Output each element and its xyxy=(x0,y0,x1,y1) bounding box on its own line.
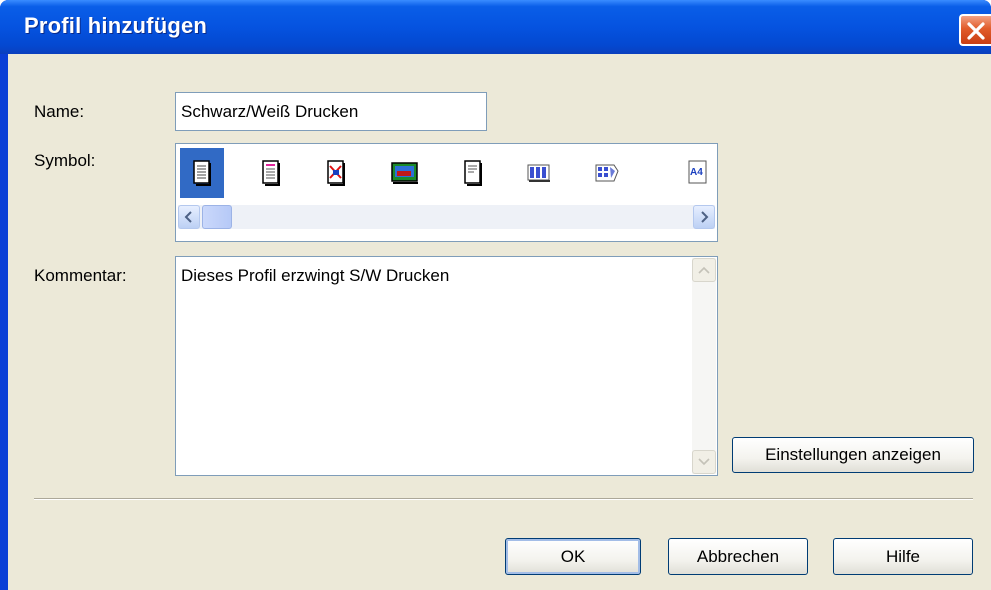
scroll-down-button[interactable] xyxy=(692,450,716,474)
help-label: Hilfe xyxy=(885,546,920,566)
scroll-left-button[interactable] xyxy=(178,205,200,229)
title-bar[interactable]: Profil hinzufügen xyxy=(0,0,991,54)
document-lines-icon xyxy=(193,160,211,186)
scroll-thumb[interactable] xyxy=(202,205,232,229)
name-input-value: Schwarz/Weiß Drucken xyxy=(181,102,359,121)
dialog-window: Profil hinzufügen Name: Schwarz/Weiß Dru… xyxy=(0,0,991,590)
a4-paper-icon: A4 xyxy=(688,160,707,184)
symbol-picker[interactable]: A4 xyxy=(175,143,718,242)
cancel-button[interactable]: Abbrechen xyxy=(668,538,808,575)
svg-text:A4: A4 xyxy=(690,167,703,178)
separator xyxy=(34,498,973,500)
multipage-grid-icon xyxy=(527,164,550,182)
symbol-icon-list: A4 xyxy=(176,144,717,202)
show-settings-button[interactable]: Einstellungen anzeigen xyxy=(732,437,974,473)
scroll-right-button[interactable] xyxy=(693,205,715,229)
picture-icon xyxy=(391,162,418,184)
symbol-label: Symbol: xyxy=(34,151,96,170)
symbol-horizontal-scrollbar[interactable] xyxy=(178,205,715,229)
close-icon xyxy=(967,22,985,40)
comment-label: Kommentar: xyxy=(34,266,127,285)
document-pink-lines-icon xyxy=(262,160,280,186)
symbol-option-1[interactable] xyxy=(180,148,224,198)
name-label: Name: xyxy=(34,102,85,121)
ok-label: OK xyxy=(560,546,586,566)
symbol-option-6[interactable] xyxy=(517,148,561,198)
chevron-down-icon xyxy=(698,458,710,466)
cancel-label: Abbrechen xyxy=(696,546,780,566)
symbol-option-3[interactable] xyxy=(315,148,359,198)
help-button[interactable]: Hilfe xyxy=(833,538,973,575)
symbol-option-2[interactable] xyxy=(249,148,293,198)
show-settings-label: Einstellungen anzeigen xyxy=(765,445,941,464)
ok-button[interactable]: OK xyxy=(505,538,641,575)
comment-vertical-scrollbar[interactable] xyxy=(692,258,716,474)
booklet-icon xyxy=(595,164,619,182)
dialog-body: Name: Schwarz/Weiß Drucken Symbol: A4 Ko… xyxy=(8,54,991,590)
symbol-option-8[interactable]: A4 xyxy=(679,148,715,198)
name-input[interactable]: Schwarz/Weiß Drucken xyxy=(175,92,487,131)
scroll-up-button[interactable] xyxy=(692,258,716,282)
window-title: Profil hinzufügen xyxy=(24,13,208,38)
chevron-left-icon xyxy=(184,211,192,223)
document-red-x-icon xyxy=(327,160,345,186)
comment-value: Dieses Profil erzwingt S/W Drucken xyxy=(181,266,450,285)
close-button[interactable] xyxy=(959,14,991,46)
chevron-right-icon xyxy=(701,211,709,223)
symbol-option-4[interactable] xyxy=(383,148,427,198)
symbol-option-7[interactable] xyxy=(585,148,629,198)
chevron-up-icon xyxy=(698,266,710,274)
comment-textarea[interactable]: Dieses Profil erzwingt S/W Drucken xyxy=(175,256,718,476)
document-text-icon xyxy=(464,160,482,186)
symbol-option-5[interactable] xyxy=(451,148,495,198)
